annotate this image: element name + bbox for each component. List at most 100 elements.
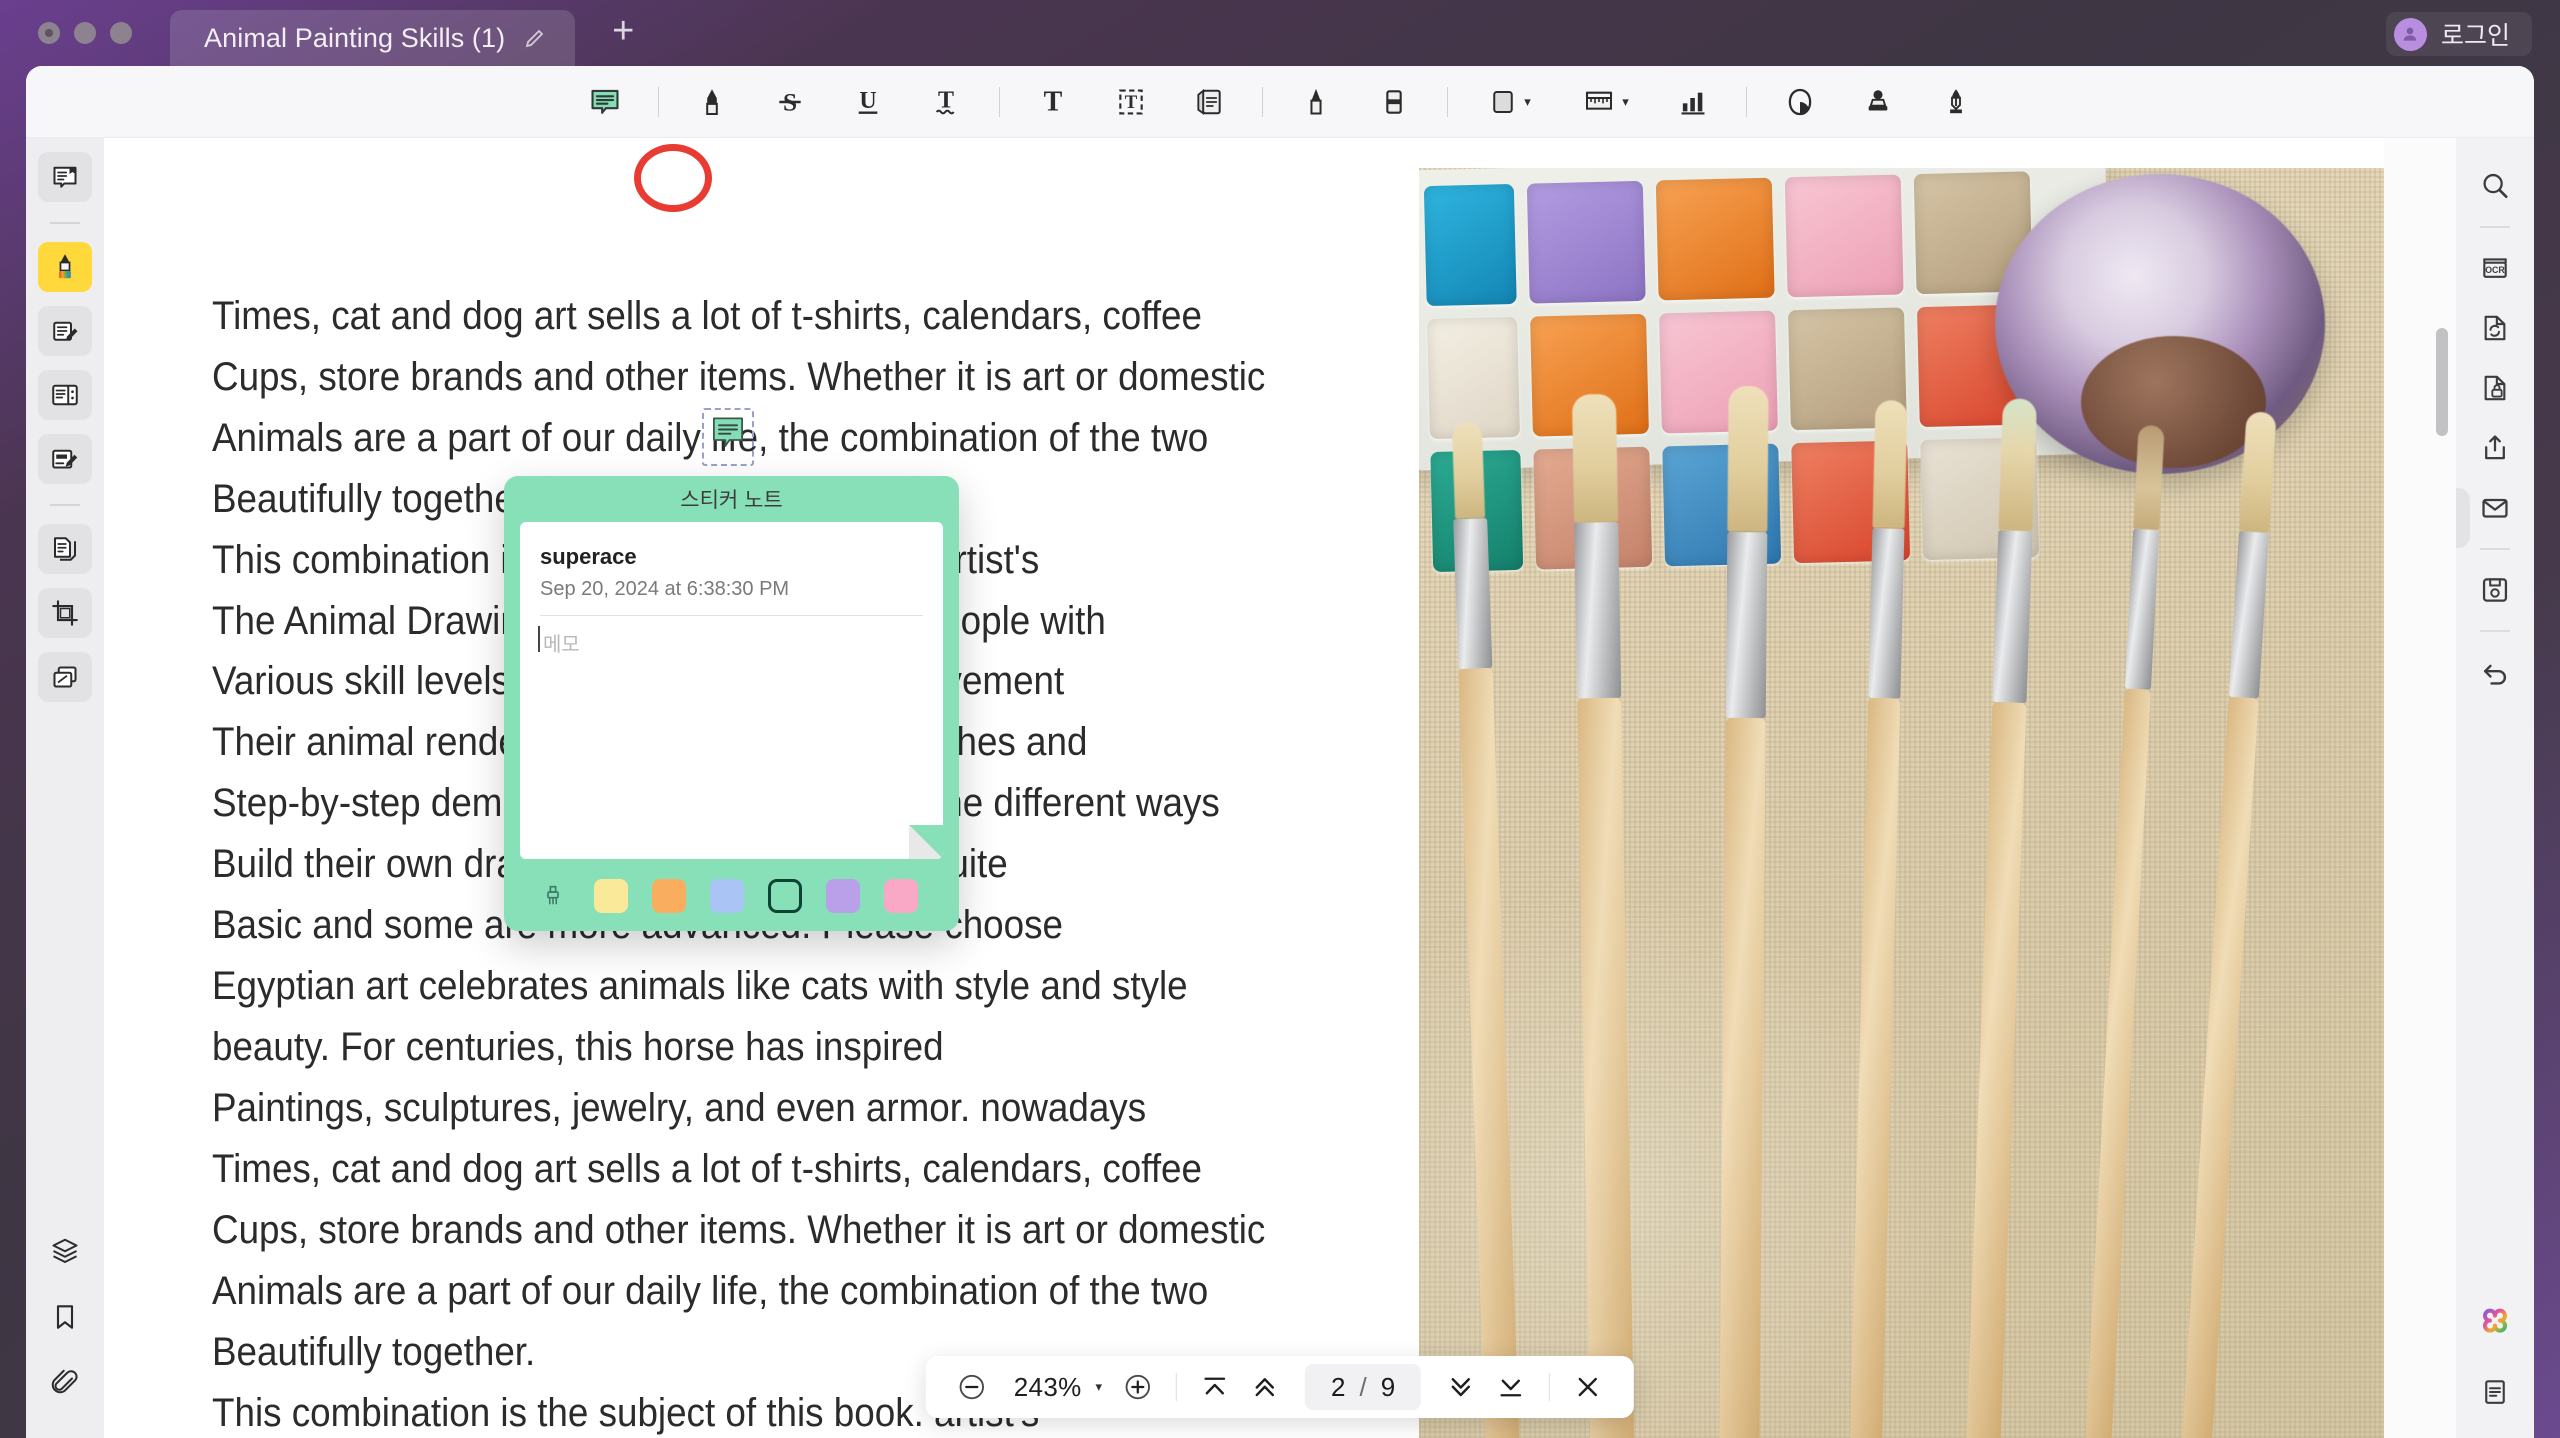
search-button[interactable] [2467, 156, 2523, 216]
protect-file-button[interactable] [2467, 358, 2523, 418]
sticky-note-date: Sep 20, 2024 at 6:38:30 PM [540, 578, 790, 600]
document-line: Cups, store brands and other items. Whet… [212, 355, 1266, 399]
eraser-tool[interactable] [1363, 74, 1425, 130]
svg-text:T: T [1124, 92, 1137, 113]
page-navigation-bar: 243% ▾ 2 / 9 [925, 1356, 1635, 1418]
ocr-button[interactable]: OCR [2467, 238, 2523, 298]
sidebar-item-compare[interactable] [38, 652, 92, 702]
toolbar-divider [657, 86, 659, 117]
sticky-note-author: superace [540, 544, 637, 569]
shape-tool[interactable]: ▾ [1470, 74, 1550, 130]
sticky-note-color-row [520, 869, 943, 931]
sticky-note-popup[interactable]: 스티커 노트 superace Sep 20, 2024 at 6:38:30 … [504, 476, 959, 931]
zoom-level-value[interactable]: 243% [998, 1372, 1094, 1403]
swatch-purple[interactable] [814, 879, 872, 913]
toolbar-divider-5 [1745, 86, 1747, 117]
previous-page-button[interactable] [1241, 1363, 1289, 1411]
document-line: Animals are a part of our daily life, th… [212, 1269, 1209, 1313]
login-button[interactable]: 로그인 [2385, 12, 2532, 56]
vertical-scrollbar[interactable] [2432, 138, 2450, 1438]
pen-tool[interactable] [1285, 74, 1347, 130]
toolbar-divider-2 [998, 86, 1000, 117]
document-line: Cups, store brands and other items. Whet… [212, 1208, 1266, 1252]
sidebar-item-layers[interactable] [38, 1218, 92, 1284]
sidebar-item-highlight-tool[interactable] [38, 242, 92, 292]
last-page-button[interactable] [1487, 1363, 1535, 1411]
scrollbar-thumb[interactable] [2436, 328, 2448, 436]
left-rail-bottom [38, 1218, 92, 1438]
traffic-lights[interactable] [38, 22, 132, 44]
clear-note-button[interactable] [524, 882, 582, 910]
zoom-dropdown-chevron-icon[interactable]: ▾ [1096, 1379, 1103, 1395]
toolbar-divider-4 [1446, 86, 1448, 117]
document-line: Times, cat and dog art sells a lot of t-… [212, 294, 1202, 338]
svg-text:T: T [937, 87, 953, 113]
sticky-note-memo-placeholder: 메모 [543, 634, 580, 656]
save-button[interactable] [2467, 560, 2523, 620]
stamp-tool[interactable] [1847, 74, 1909, 130]
total-pages-value: 9 [1380, 1371, 1396, 1402]
swatch-yellow[interactable] [582, 879, 640, 913]
document-line: beauty. For centuries, this horse has in… [212, 1025, 944, 1069]
sidebar-item-annotate[interactable] [38, 434, 92, 484]
sticky-note-memo-input[interactable]: 메모 [538, 626, 923, 657]
chevron-down-icon-2[interactable]: ▾ [1622, 94, 1629, 110]
pdf-page: Times, cat and dog art sells a lot of t-… [104, 138, 2384, 1438]
chevron-down-icon[interactable]: ▾ [1524, 94, 1531, 110]
highlight-tool[interactable] [681, 74, 743, 130]
document-line: Times, cat and dog art sells a lot of t-… [212, 1147, 1202, 1191]
first-page-button[interactable] [1191, 1363, 1239, 1411]
app-window: Animal Painting Skills (1) + 로그인 U T T T… [0, 0, 2560, 1438]
minimize-window-button[interactable] [74, 22, 96, 44]
text-box-tool[interactable]: T [1100, 74, 1162, 130]
stamp-shape-tool[interactable] [1769, 74, 1831, 130]
signature-tool[interactable] [1925, 74, 1987, 130]
squiggly-underline-tool[interactable]: T [915, 74, 977, 130]
swatch-blue[interactable] [698, 879, 756, 913]
sidebar-item-crop[interactable] [38, 588, 92, 638]
sticky-note-marker[interactable] [702, 408, 754, 466]
bottombar-divider [1176, 1373, 1178, 1401]
pencil-icon[interactable] [523, 26, 547, 50]
swatch-orange[interactable] [640, 879, 698, 913]
right-panel-handle[interactable] [2456, 488, 2470, 548]
main-window: S U T T [26, 66, 2534, 1438]
convert-file-button[interactable] [2467, 298, 2523, 358]
underline-tool[interactable]: U [837, 74, 899, 130]
share-button[interactable] [2467, 418, 2523, 478]
strikethrough-tool[interactable]: S [759, 74, 821, 130]
close-window-button[interactable] [38, 22, 60, 44]
new-tab-button[interactable]: + [601, 11, 645, 55]
sidebar-item-page-layout[interactable] [38, 370, 92, 420]
ai-assistant-button[interactable] [2467, 1292, 2523, 1362]
document-tab[interactable]: Animal Painting Skills (1) [170, 10, 576, 66]
swatch-green-selected[interactable] [756, 879, 814, 913]
chart-tool[interactable] [1662, 74, 1724, 130]
document-line: Paintings, sculptures, jewelry, and even… [212, 1086, 1147, 1130]
zoom-out-button[interactable] [948, 1363, 996, 1411]
svg-text:U: U [859, 88, 876, 114]
title-bar: Animal Painting Skills (1) + 로그인 [0, 0, 2560, 66]
measure-tool[interactable]: ▾ [1566, 74, 1646, 130]
page-number-field[interactable]: 2 / 9 [1305, 1364, 1422, 1410]
workspace: Times, cat and dog art sells a lot of t-… [26, 138, 2534, 1438]
sticker-note-tool[interactable] [574, 74, 636, 130]
email-button[interactable] [2467, 478, 2523, 538]
document-panel-button[interactable] [2467, 1362, 2523, 1422]
sidebar-item-organize-pages[interactable] [38, 524, 92, 574]
sticky-note-card[interactable]: superace Sep 20, 2024 at 6:38:30 PM 메모 [520, 522, 943, 859]
close-navigation-button[interactable] [1564, 1363, 1612, 1411]
maximize-window-button[interactable] [110, 22, 132, 44]
document-viewport[interactable]: Times, cat and dog art sells a lot of t-… [104, 138, 2456, 1438]
text-tool[interactable]: T [1022, 74, 1084, 130]
note-tool[interactable] [1178, 74, 1240, 130]
sidebar-item-edit-document[interactable] [38, 306, 92, 356]
sidebar-item-attachments[interactable] [38, 1350, 92, 1416]
swatch-pink[interactable] [872, 879, 930, 913]
sidebar-item-reading-mode[interactable] [38, 152, 92, 202]
undo-button[interactable] [2467, 642, 2523, 702]
zoom-in-button[interactable] [1114, 1363, 1162, 1411]
sidebar-item-bookmarks[interactable] [38, 1284, 92, 1350]
left-rail-divider [50, 222, 80, 224]
next-page-button[interactable] [1437, 1363, 1485, 1411]
